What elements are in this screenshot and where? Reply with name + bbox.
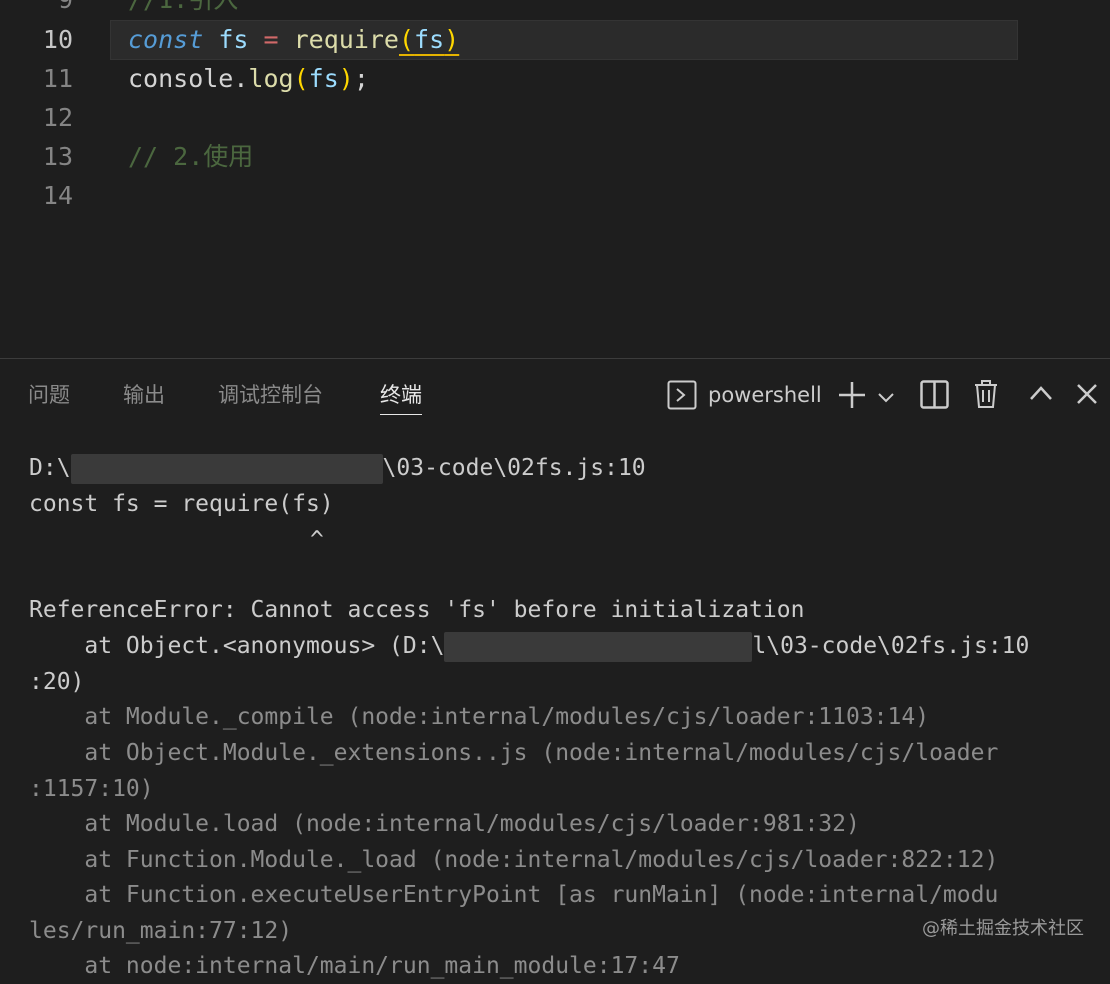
- stack-line: :20): [29, 669, 85, 695]
- terminal-line: const fs = require(fs): [29, 491, 334, 517]
- stack-line: :1157:10): [29, 776, 154, 802]
- code-text[interactable]: console.log(fs);: [128, 59, 369, 98]
- redacted-path: [70, 453, 383, 484]
- line-number: 10: [42, 25, 73, 54]
- stack-line: at Object.<anonymous> (D:\ l\03-code\02fs…: [29, 628, 1029, 664]
- terminal-caret: ^: [310, 527, 324, 553]
- stack-line: les/run_main:77:12): [29, 918, 293, 944]
- stack-line: at Function.executeUserEntryPoint [as ru…: [29, 882, 999, 908]
- panel-header: 问题 输出 调试控制台 终端 powershell: [0, 359, 1110, 427]
- code-line: 14: [0, 176, 1110, 215]
- stack-line: at Module.load (node:internal/modules/cj…: [29, 811, 860, 837]
- line-number: 14: [42, 181, 73, 210]
- tab-problems[interactable]: 问题: [28, 379, 70, 411]
- line-number: 9: [0, 0, 73, 19]
- error-message: ReferenceError: Cannot access 'fs' befor…: [29, 597, 805, 623]
- tab-output[interactable]: 输出: [123, 379, 165, 411]
- chevron-down-icon[interactable]: [878, 389, 894, 408]
- line-number: 13: [42, 142, 73, 171]
- stack-line: at Function.Module._load (node:internal/…: [29, 847, 999, 873]
- code-line: 11 console.log(fs);: [0, 59, 1110, 98]
- code-editor[interactable]: 9 //1.引入 10 const fs = require(fs) 11 co…: [0, 0, 1110, 358]
- code-comment: //1.引入: [128, 0, 238, 19]
- split-terminal-icon[interactable]: [920, 380, 949, 413]
- trash-icon[interactable]: [974, 379, 998, 413]
- stack-line: at Module._compile (node:internal/module…: [29, 704, 930, 730]
- maximize-panel-icon[interactable]: [1029, 385, 1053, 405]
- stack-line: at Object.Module._extensions..js (node:i…: [29, 740, 999, 766]
- code-line: 9 //1.引入: [0, 0, 1110, 19]
- line-number: 11: [42, 64, 73, 93]
- line-number: 12: [42, 103, 73, 132]
- close-icon[interactable]: [1076, 383, 1098, 409]
- tab-debug-console[interactable]: 调试控制台: [218, 379, 323, 411]
- code-line: 13 // 2.使用: [0, 137, 1110, 176]
- code-line: 12: [0, 98, 1110, 137]
- code-text[interactable]: const fs = require(fs): [128, 20, 459, 59]
- stack-line: at node:internal/main/run_main_module:17…: [29, 953, 680, 979]
- terminal-line: D:\ \03-code\02fs.js:10: [29, 450, 646, 486]
- watermark: @稀土掘金技术社区: [922, 918, 1084, 939]
- terminal-output[interactable]: D:\ \03-code\02fs.js:10 const fs = requir…: [0, 427, 1110, 979]
- terminal-name[interactable]: powershell: [708, 379, 822, 411]
- add-terminal-icon[interactable]: [838, 381, 866, 413]
- terminal-icon[interactable]: [667, 380, 697, 414]
- redacted-path: [444, 631, 753, 662]
- tab-terminal[interactable]: 终端: [380, 379, 422, 415]
- code-line: 10 const fs = require(fs): [0, 20, 1110, 59]
- code-comment: // 2.使用: [128, 142, 254, 171]
